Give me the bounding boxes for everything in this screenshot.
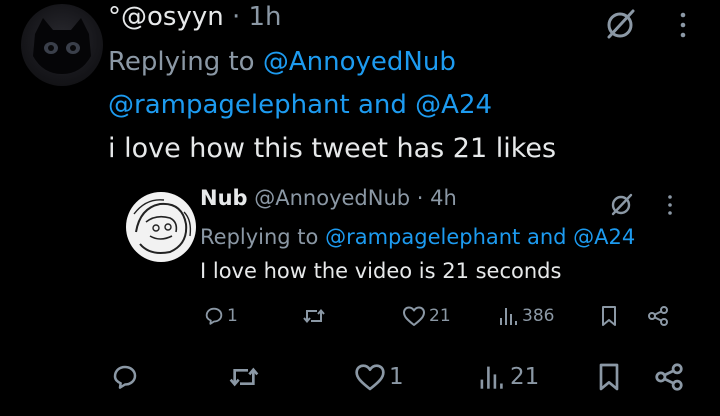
bookmark-icon [599, 363, 619, 391]
grok-icon[interactable] [600, 5, 640, 45]
quoted-share-button[interactable] [647, 302, 669, 330]
replying-prefix: Replying to [200, 225, 326, 249]
replying-prefix: Replying to [108, 47, 263, 77]
quoted-more-options-icon[interactable] [665, 193, 675, 217]
share-icon [655, 363, 683, 391]
cat-avatar-image [33, 18, 91, 74]
mention-link[interactable]: @A24 [415, 90, 492, 120]
view-count: 21 [510, 364, 540, 390]
quoted-reply-button[interactable]: 1 [203, 302, 238, 330]
like-button[interactable]: 1 [354, 360, 404, 394]
quoted-bookmark-button[interactable] [600, 302, 618, 330]
quoted-header: Nub @AnnoyedNub · 4h [200, 186, 457, 210]
quoted-avatar[interactable] [126, 192, 196, 262]
tweet-text: i love how this tweet has 21 likes [108, 133, 557, 164]
view-count: 386 [522, 306, 555, 326]
views-icon [500, 308, 517, 325]
mention-link[interactable]: @A24 [573, 225, 635, 249]
quoted-replying-to: Replying to @rampagelephant and @A24 [200, 225, 635, 249]
user-handle[interactable]: °@osyyn [108, 2, 224, 32]
bookmark-button[interactable] [597, 360, 621, 394]
mention-link[interactable]: @AnnoyedNub [263, 47, 456, 77]
views-icon [480, 366, 503, 389]
bookmark-icon [602, 306, 616, 326]
views-button[interactable]: 21 [478, 360, 539, 394]
replying-to: Replying to @AnnoyedNub [108, 47, 456, 77]
like-count: 1 [389, 364, 404, 390]
reply-button[interactable] [110, 360, 140, 394]
avatar[interactable] [21, 4, 103, 86]
retweet-icon [303, 308, 325, 324]
quoted-retweet-button[interactable] [302, 302, 326, 330]
replying-to-continued: @rampagelephant and @A24 [108, 90, 492, 120]
quoted-handle[interactable]: @AnnoyedNub [254, 186, 410, 210]
reply-icon [205, 307, 223, 325]
quoted-views-button[interactable]: 386 [498, 302, 554, 330]
heart-icon [403, 306, 425, 326]
like-count: 21 [429, 306, 451, 326]
reply-icon [113, 365, 137, 389]
more-options-icon[interactable] [676, 10, 690, 40]
separator-dot: · [416, 186, 424, 210]
sketch-avatar-image [133, 199, 192, 254]
quoted-like-button[interactable]: 21 [402, 302, 451, 330]
tweet-header: °@osyyn · 1h [108, 2, 282, 32]
share-icon [648, 306, 668, 326]
quoted-display-name[interactable]: Nub [200, 186, 248, 210]
mention-link[interactable]: @rampagelephant [108, 90, 350, 120]
share-button[interactable] [654, 360, 684, 394]
replying-and: and [520, 225, 574, 249]
retweet-button[interactable] [228, 360, 260, 394]
quoted-timestamp[interactable]: 4h [430, 186, 457, 210]
reply-count: 1 [227, 306, 238, 326]
timestamp[interactable]: 1h [249, 2, 282, 32]
retweet-icon [229, 367, 259, 387]
replying-and: and [349, 90, 416, 120]
separator-dot: · [231, 2, 241, 32]
mention-link[interactable]: @rampagelephant [325, 225, 520, 249]
quoted-grok-icon[interactable] [606, 190, 636, 220]
heart-icon [355, 364, 385, 391]
quoted-tweet-text: I love how the video is 21 seconds [200, 259, 562, 283]
